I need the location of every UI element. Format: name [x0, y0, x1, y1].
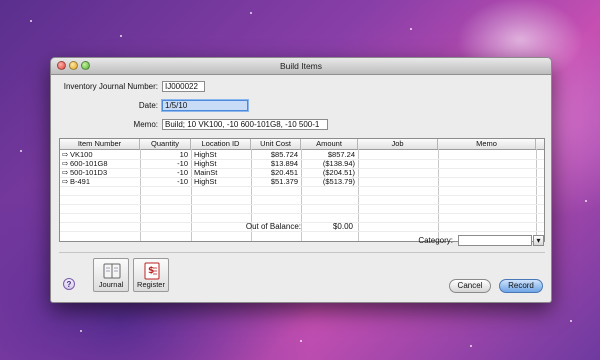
- header-job[interactable]: Job: [358, 139, 438, 149]
- window-title: Build Items: [279, 61, 323, 71]
- header-memo[interactable]: Memo: [438, 139, 536, 149]
- build-items-window: Build Items Inventory Journal Number: IJ…: [50, 57, 552, 303]
- cell-unit-cost[interactable]: $51.379: [251, 177, 298, 186]
- register-icon: $: [144, 262, 160, 280]
- date-field[interactable]: 1/5/10: [162, 100, 248, 111]
- cell-location[interactable]: HighSt: [194, 150, 249, 159]
- cancel-button[interactable]: Cancel: [449, 279, 491, 293]
- category-field[interactable]: [458, 235, 532, 246]
- row-arrow-icon[interactable]: ⇨: [62, 159, 70, 168]
- cell-item-number[interactable]: B-491: [70, 177, 138, 186]
- register-button[interactable]: $ Register: [133, 258, 169, 292]
- cell-unit-cost[interactable]: $85.724: [251, 150, 298, 159]
- cell-amount[interactable]: ($513.79): [301, 177, 355, 186]
- cell-location[interactable]: HighSt: [194, 177, 249, 186]
- items-table[interactable]: Item Number Quantity Location ID Unit Co…: [59, 138, 545, 242]
- table-row[interactable]: ⇨ B-491 -10 HighSt $51.379 ($513.79): [60, 177, 544, 186]
- table-row[interactable]: ⇨ 600-101G8 -10 HighSt $13.894 ($138.94): [60, 159, 544, 168]
- journal-button-label: Journal: [98, 280, 124, 289]
- cell-item-number[interactable]: VK100: [70, 150, 138, 159]
- title-bar[interactable]: Build Items: [51, 58, 551, 75]
- row-arrow-icon[interactable]: ⇨: [62, 150, 70, 159]
- cell-item-number[interactable]: 500-101D3: [70, 168, 138, 177]
- memo-label: Memo:: [133, 120, 158, 129]
- category-label: Category:: [418, 236, 453, 245]
- memo-field[interactable]: Build; 10 VK100, -10 600-101G8, -10 500-…: [162, 119, 328, 130]
- help-icon[interactable]: ?: [63, 278, 75, 290]
- cell-amount[interactable]: ($204.51): [301, 168, 355, 177]
- cell-amount[interactable]: ($138.94): [301, 159, 355, 168]
- cell-quantity[interactable]: -10: [140, 168, 188, 177]
- table-row[interactable]: ⇨ 500-101D3 -10 MainSt $20.451 ($204.51): [60, 168, 544, 177]
- journal-icon: [103, 263, 121, 279]
- header-unit-cost[interactable]: Unit Cost: [251, 139, 301, 149]
- register-button-label: Register: [137, 280, 165, 289]
- table-header: Item Number Quantity Location ID Unit Co…: [60, 139, 544, 150]
- category-dropdown-icon[interactable]: ▾: [533, 235, 544, 246]
- journal-number-label: Inventory Journal Number:: [63, 82, 158, 91]
- journal-button[interactable]: Journal: [93, 258, 129, 292]
- row-arrow-icon[interactable]: ⇨: [62, 177, 70, 186]
- cell-location[interactable]: HighSt: [194, 159, 249, 168]
- divider: [59, 252, 545, 253]
- cell-amount[interactable]: $857.24: [301, 150, 355, 159]
- out-of-balance-label: Out of Balance:: [245, 222, 301, 231]
- cell-unit-cost[interactable]: $13.894: [251, 159, 298, 168]
- cell-location[interactable]: MainSt: [194, 168, 249, 177]
- cell-quantity[interactable]: -10: [140, 159, 188, 168]
- row-arrow-icon[interactable]: ⇨: [62, 168, 70, 177]
- table-row[interactable]: ⇨ VK100 10 HighSt $85.724 $857.24: [60, 150, 544, 159]
- header-quantity[interactable]: Quantity: [140, 139, 191, 149]
- header-location-id[interactable]: Location ID: [191, 139, 251, 149]
- out-of-balance-value: $0.00: [332, 222, 353, 231]
- header-corner: [536, 139, 544, 149]
- record-button[interactable]: Record: [499, 279, 543, 293]
- header-amount[interactable]: Amount: [301, 139, 358, 149]
- journal-number-field[interactable]: IJ000022: [162, 81, 205, 92]
- cell-quantity[interactable]: -10: [140, 177, 188, 186]
- cell-unit-cost[interactable]: $20.451: [251, 168, 298, 177]
- date-label: Date:: [138, 101, 158, 110]
- cell-item-number[interactable]: 600-101G8: [70, 159, 138, 168]
- cell-quantity[interactable]: 10: [140, 150, 188, 159]
- header-item-number[interactable]: Item Number: [60, 139, 140, 149]
